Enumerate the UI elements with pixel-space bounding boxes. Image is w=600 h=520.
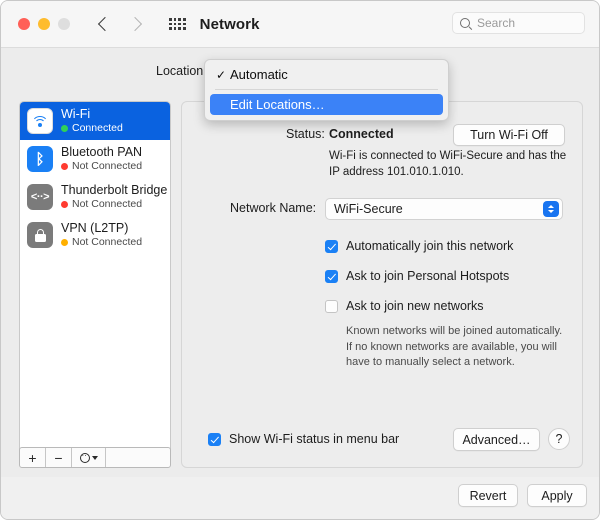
toolbar-spacer (106, 448, 170, 467)
status-value: Connected (329, 127, 394, 141)
status-description: Wi-Fi is connected to WiFi-Secure and ha… (329, 148, 569, 181)
zoom-button[interactable] (58, 18, 70, 30)
remove-service-button[interactable]: − (46, 448, 72, 467)
chevron-updown-icon (543, 201, 559, 217)
wifi-icon (27, 108, 53, 134)
sidebar-item-vpn-l2tp[interactable]: VPN (L2TP) Not Connected (20, 216, 170, 254)
status-dot-red (61, 163, 68, 170)
location-menu: ✓ Automatic Edit Locations… (204, 59, 449, 121)
service-status: Not Connected (61, 199, 167, 210)
network-services-list: Wi-Fi Connected ᛒ Bluetooth PAN Not Conn… (19, 101, 171, 454)
status-dot-red (61, 201, 68, 208)
advanced-button[interactable]: Advanced… (453, 428, 540, 451)
network-name-popup-button[interactable]: WiFi-Secure (325, 198, 563, 220)
service-name: VPN (L2TP) (61, 222, 142, 236)
chevron-down-icon (92, 456, 98, 460)
service-status-label: Not Connected (72, 161, 142, 172)
window-toolbar: Network (1, 1, 599, 48)
checkbox-label: Automatically join this network (346, 239, 513, 253)
close-button[interactable] (18, 18, 30, 30)
search-field[interactable] (452, 12, 585, 34)
search-input[interactable] (475, 15, 579, 31)
turn-wifi-off-button[interactable]: Turn Wi-Fi Off (453, 124, 565, 146)
apply-button[interactable]: Apply (527, 484, 587, 507)
checkbox-label: Ask to join Personal Hotspots (346, 269, 509, 283)
wifi-options-hint: Known networks will be joined automatica… (346, 324, 568, 371)
location-label: Location: (156, 64, 207, 78)
navigation-arrows (100, 19, 140, 29)
page-title: Network (200, 16, 260, 33)
chevron-right-icon[interactable] (128, 17, 142, 31)
wifi-detail-pane: Status: Connected Turn Wi-Fi Off Wi-Fi i… (181, 101, 583, 468)
preferences-content: Wi-Fi Connected ᛒ Bluetooth PAN Not Conn… (1, 89, 600, 479)
traffic-light-buttons (18, 18, 70, 30)
gear-icon (80, 453, 90, 463)
show-all-grid-icon[interactable] (169, 18, 186, 30)
menu-separator (215, 89, 438, 90)
status-dot-green (61, 125, 68, 132)
checkbox-box[interactable] (325, 300, 338, 313)
sidebar-item-wifi[interactable]: Wi-Fi Connected (20, 102, 170, 140)
service-list-toolbar: + − (19, 447, 171, 468)
service-status: Not Connected (61, 161, 142, 172)
sidebar-item-bluetooth-pan[interactable]: ᛒ Bluetooth PAN Not Connected (20, 140, 170, 178)
chevron-left-icon[interactable] (98, 17, 112, 31)
service-status-label: Not Connected (72, 237, 142, 248)
service-status: Not Connected (61, 237, 142, 248)
search-icon (460, 18, 470, 28)
checkmark-icon: ✓ (216, 69, 230, 81)
service-name: Thunderbolt Bridge (61, 184, 167, 198)
menu-item-automatic[interactable]: ✓ Automatic (210, 64, 443, 85)
thunderbolt-icon: <··> (27, 184, 53, 210)
checkbox-box[interactable] (208, 433, 221, 446)
status-dot-orange (61, 239, 68, 246)
minimize-button[interactable] (38, 18, 50, 30)
checkbox-ask-personal-hotspots[interactable]: Ask to join Personal Hotspots (325, 264, 575, 288)
checkbox-label: Ask to join new networks (346, 299, 484, 313)
service-status-label: Not Connected (72, 199, 142, 210)
network-preferences-window: Network Location: Automatic ✓ Automatic … (0, 0, 600, 520)
service-name: Bluetooth PAN (61, 146, 142, 160)
lock-icon (27, 222, 53, 248)
network-name-row: Network Name: WiFi-Secure (182, 198, 582, 220)
service-name: Wi-Fi (61, 108, 123, 122)
window-footer: Revert Apply (1, 477, 600, 519)
service-actions-button[interactable] (72, 448, 106, 467)
checkbox-label: Show Wi-Fi status in menu bar (229, 432, 399, 446)
menu-item-label: Edit Locations… (230, 97, 325, 112)
checkbox-box[interactable] (325, 240, 338, 253)
revert-button[interactable]: Revert (458, 484, 518, 507)
service-status-label: Connected (72, 123, 123, 134)
add-service-button[interactable]: + (20, 448, 46, 467)
wifi-options: Automatically join this network Ask to j… (325, 234, 575, 371)
checkbox-box[interactable] (325, 270, 338, 283)
network-name-value: WiFi-Secure (334, 202, 403, 216)
menu-item-edit-locations[interactable]: Edit Locations… (210, 94, 443, 115)
network-name-label: Network Name: (230, 201, 316, 215)
bluetooth-icon: ᛒ (27, 146, 53, 172)
checkbox-auto-join[interactable]: Automatically join this network (325, 234, 575, 258)
checkbox-ask-new-networks[interactable]: Ask to join new networks (325, 294, 575, 318)
checkbox-show-wifi-status[interactable]: Show Wi-Fi status in menu bar (208, 432, 399, 446)
status-label: Status: (286, 127, 325, 141)
service-status: Connected (61, 123, 123, 134)
menu-item-label: Automatic (230, 67, 288, 82)
sidebar-item-thunderbolt-bridge[interactable]: <··> Thunderbolt Bridge Not Connected (20, 178, 170, 216)
help-button[interactable]: ? (548, 428, 570, 450)
status-row: Status: Connected Turn Wi-Fi Off (182, 124, 582, 146)
